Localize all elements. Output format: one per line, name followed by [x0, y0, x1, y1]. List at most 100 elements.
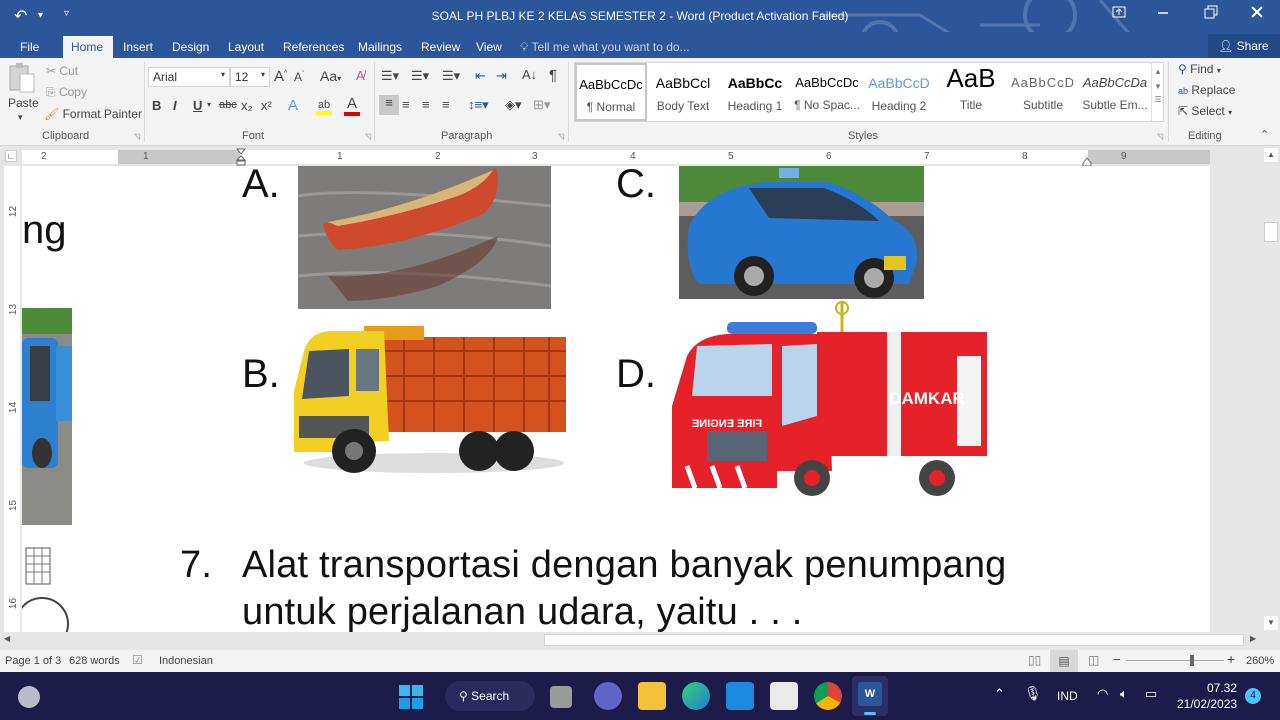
select-button[interactable]: ⇱ Select ▾ — [1178, 104, 1232, 118]
styles-down-icon[interactable]: ▼ — [1152, 82, 1164, 91]
scroll-left-icon[interactable]: ◀ — [4, 634, 10, 643]
font-color-button[interactable]: A — [344, 95, 360, 116]
collapse-ribbon-icon[interactable]: ⌃ — [1260, 128, 1269, 141]
word-count[interactable]: 628 words — [69, 655, 120, 667]
cut-button[interactable]: ✂ Cut — [46, 64, 78, 78]
copy-button[interactable]: ⎘ Copy — [46, 85, 87, 100]
truck-image[interactable] — [284, 321, 569, 476]
shading-icon[interactable]: ◈▾ — [505, 97, 522, 113]
line-spacing-icon[interactable]: ↕≡▾ — [468, 97, 489, 113]
zoom-level[interactable]: 260% — [1246, 655, 1274, 667]
microsoft-store-icon[interactable] — [770, 682, 798, 710]
boat-image[interactable] — [298, 166, 551, 309]
tab-home[interactable]: Home — [63, 36, 113, 58]
tab-mailings[interactable]: Mailings — [350, 36, 410, 58]
strikethrough-button[interactable]: abc — [219, 99, 237, 111]
clock-date[interactable]: 21/02/2023 — [1177, 697, 1237, 711]
bajaj-image-partial[interactable] — [22, 308, 72, 525]
share-button[interactable]: 👤︎ Share — [1208, 34, 1280, 58]
tab-selector-icon[interactable]: ∟ — [5, 150, 17, 162]
bold-button[interactable]: B — [152, 98, 161, 113]
font-launcher-icon[interactable]: ◹ — [365, 132, 371, 141]
chrome-icon[interactable] — [814, 682, 842, 710]
print-layout-icon[interactable]: ▤ — [1050, 650, 1078, 672]
zoom-in-button[interactable]: + — [1227, 651, 1235, 667]
microphone-icon[interactable]: 🎙︎ — [1024, 685, 1042, 702]
minimize-button[interactable] — [1148, 5, 1178, 25]
paste-button[interactable] — [6, 62, 36, 96]
right-indent-marker[interactable] — [1082, 154, 1092, 167]
tab-references[interactable]: References — [275, 36, 352, 58]
clock-time[interactable]: 07.32 — [1207, 681, 1237, 695]
styles-more-icon[interactable]: ☰ — [1152, 95, 1164, 104]
subscript-button[interactable]: x₂ — [241, 98, 253, 113]
style-no-spacing[interactable]: AaBbCcDc ¶ No Spac... — [791, 63, 863, 121]
text-effects-icon[interactable]: A — [288, 97, 298, 114]
paste-dropdown-icon[interactable]: ▾ — [18, 112, 23, 123]
restore-button[interactable] — [1196, 5, 1226, 25]
styles-launcher-icon[interactable]: ◹ — [1157, 132, 1163, 141]
multilevel-list-icon[interactable]: ☰▾ — [442, 68, 460, 84]
ribbon-display-options-button[interactable] — [1104, 5, 1134, 25]
wifi-icon[interactable]: ◠ — [1097, 686, 1108, 702]
tab-view[interactable]: View — [468, 36, 510, 58]
underline-dropdown-icon[interactable]: ▾ — [207, 100, 211, 109]
mail-icon[interactable] — [726, 682, 754, 710]
web-layout-icon[interactable]: ◫ — [1088, 653, 1099, 667]
styles-up-icon[interactable]: ▲ — [1152, 67, 1164, 76]
close-button[interactable] — [1242, 5, 1272, 25]
zoom-slider-thumb[interactable] — [1190, 655, 1194, 666]
format-painter-button[interactable]: 🖌︎ Format Painter — [44, 107, 142, 121]
find-button[interactable]: ⚲ Find ▾ — [1178, 62, 1221, 76]
numbering-icon[interactable]: ☰▾ — [411, 68, 429, 84]
clipboard-launcher-icon[interactable]: ◹ — [134, 132, 140, 141]
read-mode-icon[interactable]: ▯▯ — [1028, 653, 1041, 667]
underline-button[interactable]: U — [193, 98, 202, 113]
tab-insert[interactable]: Insert — [115, 36, 161, 58]
scroll-down-icon[interactable]: ▼ — [1264, 616, 1278, 630]
align-left-button[interactable]: ≡ — [379, 95, 399, 115]
decrease-indent-icon[interactable]: ⇤ — [475, 68, 486, 84]
style-heading-2[interactable]: AaBbCcD Heading 2 — [863, 63, 935, 121]
show-formatting-marks-icon[interactable]: ¶ — [549, 67, 557, 84]
font-name-combo[interactable]: Arial ▾ — [148, 67, 230, 87]
notification-badge[interactable]: 4 — [1245, 688, 1261, 704]
start-button[interactable] — [399, 685, 423, 709]
paste-label[interactable]: Paste — [8, 96, 39, 110]
tab-file[interactable]: File — [12, 36, 47, 58]
style-normal[interactable]: AaBbCcDc ¶ Normal — [575, 63, 647, 121]
weather-icon[interactable] — [18, 686, 40, 708]
hscroll-thumb[interactable] — [544, 634, 1244, 646]
tab-layout[interactable]: Layout — [220, 36, 272, 58]
document-page[interactable]: ng A. C. B. D. DAMKAR FIRE ENGINE 7. Ala… — [22, 166, 1210, 632]
font-size-combo[interactable]: 12 ▾ — [230, 67, 270, 87]
tell-me-search[interactable]: 💡︎ Tell me what you want to do... — [520, 36, 690, 58]
zoom-slider[interactable] — [1126, 660, 1224, 661]
increase-indent-icon[interactable]: ⇥ — [496, 68, 507, 84]
styles-scroll[interactable]: ▲ ▼ ☰ — [1151, 63, 1164, 121]
bullets-icon[interactable]: ☰▾ — [381, 68, 399, 84]
tab-review[interactable]: Review — [413, 36, 468, 58]
vertical-scrollbar[interactable]: ▲ ▼ — [1262, 146, 1280, 632]
scroll-thumb[interactable] — [1264, 222, 1278, 242]
shrink-font-icon[interactable]: Aˇ — [294, 70, 304, 84]
highlight-button[interactable]: ab — [316, 96, 332, 115]
paragraph-launcher-icon[interactable]: ◹ — [558, 132, 564, 141]
fire-truck-image[interactable]: DAMKAR FIRE ENGINE — [667, 296, 997, 496]
align-center-icon[interactable]: ≡ — [402, 97, 410, 112]
teams-chat-icon[interactable] — [594, 682, 622, 710]
edge-icon[interactable] — [682, 682, 710, 710]
sort-icon[interactable]: A↓ — [522, 67, 537, 82]
superscript-button[interactable]: x² — [261, 98, 272, 113]
replace-button[interactable]: ab Replace — [1178, 83, 1235, 97]
horizontal-scrollbar[interactable]: ◀ ▶ — [0, 632, 1262, 648]
proofing-icon[interactable]: ☑ — [132, 653, 143, 667]
input-language[interactable]: IND — [1057, 689, 1078, 703]
style-body-text[interactable]: AaBbCcl Body Text — [647, 63, 719, 121]
task-view-icon[interactable] — [550, 686, 572, 708]
clear-formatting-icon[interactable]: A̸ — [356, 68, 365, 83]
change-case-button[interactable]: Aa▾ — [320, 68, 341, 84]
language-status[interactable]: Indonesian — [159, 655, 213, 667]
zoom-out-button[interactable]: − — [1113, 652, 1121, 667]
style-title[interactable]: AaB Title — [935, 63, 1007, 121]
